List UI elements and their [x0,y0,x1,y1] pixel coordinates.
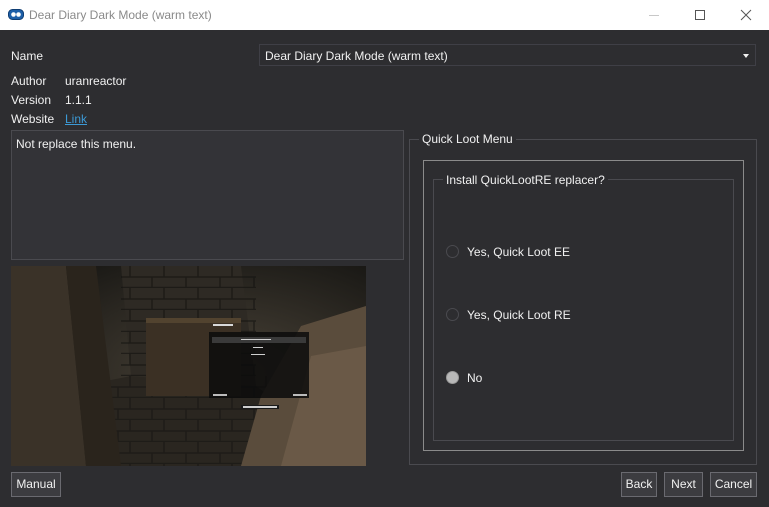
maximize-icon [695,10,705,20]
version-value: 1.1.1 [65,93,92,107]
radio-no[interactable] [446,371,459,384]
next-button[interactable]: Next [664,472,703,497]
minimize-button[interactable] [631,0,677,30]
description-box[interactable]: Not replace this menu. [11,130,404,260]
author-value: uranreactor [65,74,127,88]
quicklootre-question: Install QuickLootRE replacer? [443,173,608,187]
author-label: Author [11,74,47,88]
title-bar[interactable]: Dear Diary Dark Mode (warm text) [0,0,769,30]
quick-loot-group-title: Quick Loot Menu [419,132,516,146]
website-link[interactable]: Link [65,112,87,126]
website-label: Website [11,112,55,126]
preview-image [11,266,366,466]
radio-quick-loot-ee[interactable] [446,245,459,258]
name-dropdown-value: Dear Diary Dark Mode (warm text) [265,49,448,63]
option-label: Yes, Quick Loot EE [467,245,570,259]
description-text: Not replace this menu. [16,137,137,151]
window-title: Dear Diary Dark Mode (warm text) [29,8,212,22]
version-label: Version [11,93,52,107]
cancel-button[interactable]: Cancel [710,472,757,497]
name-dropdown[interactable]: Dear Diary Dark Mode (warm text) [259,44,756,66]
name-label: Name [11,49,44,63]
option-label: Yes, Quick Loot RE [467,308,571,322]
back-button[interactable]: Back [621,472,657,497]
radio-quick-loot-re[interactable] [446,308,459,321]
chevron-down-icon [743,54,749,58]
manual-button[interactable]: Manual [11,472,61,497]
maximize-button[interactable] [677,0,723,30]
close-button[interactable] [723,0,769,30]
minimize-icon [649,15,659,16]
app-icon [8,9,24,20]
close-icon [740,9,752,21]
option-label: No [467,371,483,385]
